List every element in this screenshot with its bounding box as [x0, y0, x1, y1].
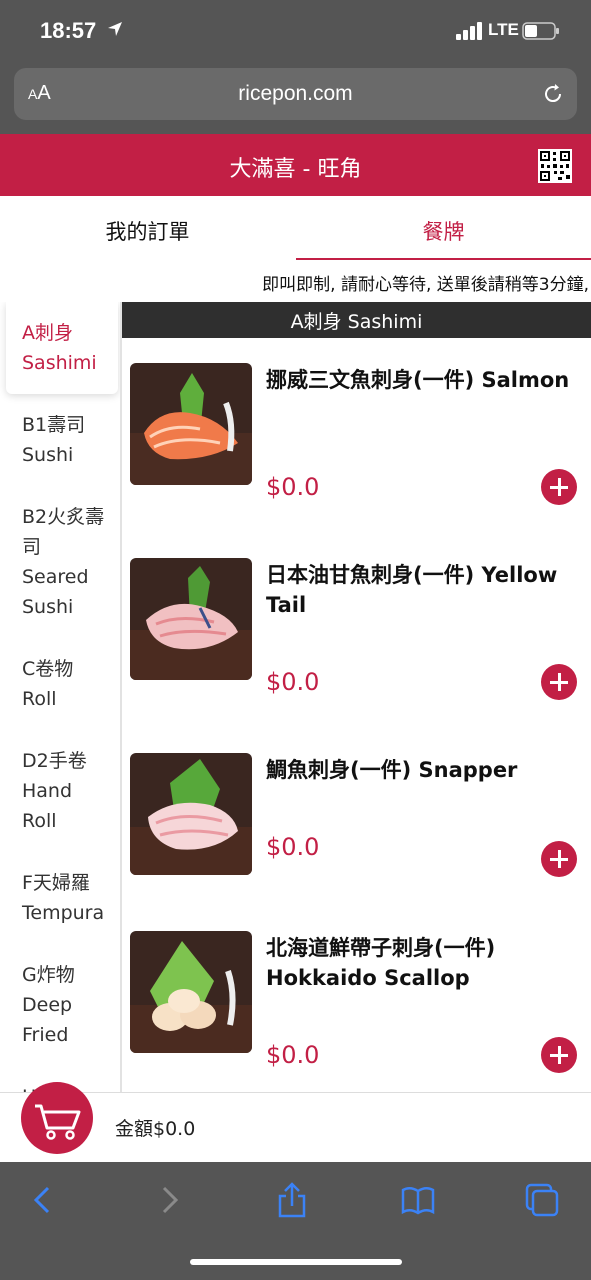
cart-button[interactable] — [21, 1082, 93, 1154]
address-bar[interactable]: AA ricepon.com — [14, 68, 577, 120]
category-sidebar[interactable]: A刺身 Sashimi B1壽司 Sushi B2火炙壽 司 Seared Su… — [0, 302, 122, 1094]
item-name: 挪威三文魚刺身(一件) Salmon — [266, 368, 570, 392]
tab-menu[interactable]: 餐牌 — [296, 196, 591, 260]
add-to-cart-button[interactable] — [541, 1037, 577, 1073]
item-price: $0.0 — [266, 668, 320, 696]
share-icon[interactable] — [274, 1182, 310, 1218]
item-price: $0.0 — [266, 1041, 320, 1069]
qr-code-icon[interactable] — [538, 149, 572, 183]
url-text[interactable]: ricepon.com — [14, 82, 577, 106]
item-name: 北海道鮮帶子刺身(一件) Hokkaido Scallop — [266, 936, 496, 990]
bookmarks-icon[interactable] — [400, 1182, 436, 1218]
restaurant-title: 大滿喜 - 旺角 — [229, 157, 362, 182]
location-arrow-icon — [108, 22, 122, 36]
category-tempura[interactable]: F天婦羅 Tempura — [0, 852, 120, 944]
item-name: 日本油甘魚刺身(一件) Yellow Tail — [266, 563, 558, 617]
network-type: LTE — [488, 20, 519, 39]
category-deep-fried[interactable]: G炸物 Deep Fried — [0, 944, 120, 1066]
back-icon[interactable] — [26, 1182, 62, 1218]
forward-icon[interactable] — [150, 1182, 186, 1218]
cart-total: 金額$0.0 — [115, 1118, 196, 1140]
snapper-photo — [130, 753, 252, 875]
status-bar: 18:57 LTE — [0, 0, 591, 64]
scallop-photo — [130, 931, 252, 1053]
category-seared-sushi[interactable]: B2火炙壽 司 Seared Sushi — [0, 486, 120, 638]
item-price: $0.0 — [266, 833, 320, 861]
menu-content: A刺身 Sashimi 挪威三文魚刺身(一件) Salmon $0.0 日本油甘… — [122, 302, 591, 1092]
category-sushi[interactable]: B1壽司 Sushi — [0, 394, 120, 486]
category-roll[interactable]: C卷物 Roll — [0, 638, 120, 730]
add-to-cart-button[interactable] — [541, 469, 577, 505]
add-to-cart-button[interactable] — [541, 841, 577, 877]
category-hand-roll[interactable]: D2手卷 Hand Roll — [0, 730, 120, 852]
reload-icon[interactable] — [541, 82, 565, 106]
status-time: 18:57 — [40, 18, 97, 43]
yellowtail-photo — [130, 558, 252, 680]
tab-my-orders[interactable]: 我的訂單 — [0, 196, 295, 260]
item-price: $0.0 — [266, 473, 320, 501]
section-title: A刺身 Sashimi — [122, 302, 591, 338]
battery-icon — [522, 22, 559, 40]
category-sashimi[interactable]: A刺身 Sashimi — [6, 302, 118, 394]
add-to-cart-button[interactable] — [541, 664, 577, 700]
salmon-photo — [130, 363, 252, 485]
browser-url-area: AA ricepon.com — [0, 64, 591, 134]
restaurant-header: 大滿喜 - 旺角 — [0, 134, 591, 196]
tab-bar: 我的訂單 餐牌 — [0, 196, 591, 260]
cart-icon — [35, 1104, 81, 1140]
item-name: 鯛魚刺身(一件) Snapper — [266, 758, 518, 782]
tabs-icon[interactable] — [524, 1182, 560, 1218]
home-indicator[interactable] — [190, 1259, 402, 1265]
signal-bars-icon — [456, 22, 482, 40]
notice-marquee: 即叫即制, 請耐心等待, 送單後請稍等3分鐘, — [262, 275, 589, 295]
